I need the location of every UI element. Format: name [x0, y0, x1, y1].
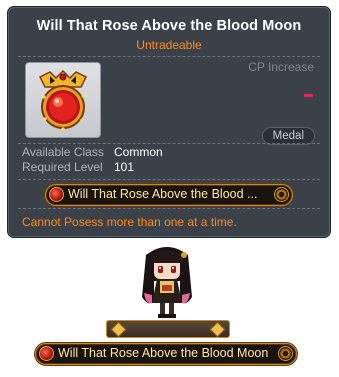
red-gem-icon: [39, 346, 54, 361]
cp-increase-label: CP Increase: [248, 60, 314, 74]
red-gem-icon: [49, 187, 64, 202]
requirement-label: Required Level: [22, 160, 103, 174]
requirement-value: 101: [114, 160, 135, 174]
blood-moon-medal-icon: [38, 69, 88, 131]
medal-name-text: Will That Rose Above the Blood ...: [68, 187, 258, 201]
divider: [18, 208, 320, 209]
character-name-plate: [106, 320, 230, 338]
requirement-value: Common: [114, 145, 163, 159]
requirement-row: Required Level 101: [22, 160, 134, 174]
gold-swirl-icon: [274, 187, 289, 202]
gold-swirl-icon: [278, 346, 293, 361]
possession-note: Cannot Posess more than one at a time.: [22, 215, 237, 229]
requirement-label: Available Class: [22, 145, 104, 159]
character-sprite[interactable]: [122, 241, 212, 321]
diamond-icon: [209, 321, 226, 338]
character-medal-bar: Will That Rose Above the Blood Moon: [35, 343, 297, 365]
cp-increase-value: -: [304, 94, 313, 97]
diamond-icon: [110, 321, 127, 338]
divider: [18, 179, 320, 180]
divider: [18, 143, 320, 144]
requirement-row: Available Class Common: [22, 145, 163, 159]
item-icon-frame: [25, 62, 101, 138]
tradeability-label: Untradeable: [136, 38, 202, 52]
item-tooltip: Will That Rose Above the Blood Moon Untr…: [7, 6, 331, 238]
medal-name-bar: Will That Rose Above the Blood ...: [45, 184, 293, 206]
divider: [18, 56, 320, 57]
item-title: Will That Rose Above the Blood Moon: [36, 18, 302, 34]
character-medal-text: Will That Rose Above the Blood Moon: [58, 346, 269, 360]
